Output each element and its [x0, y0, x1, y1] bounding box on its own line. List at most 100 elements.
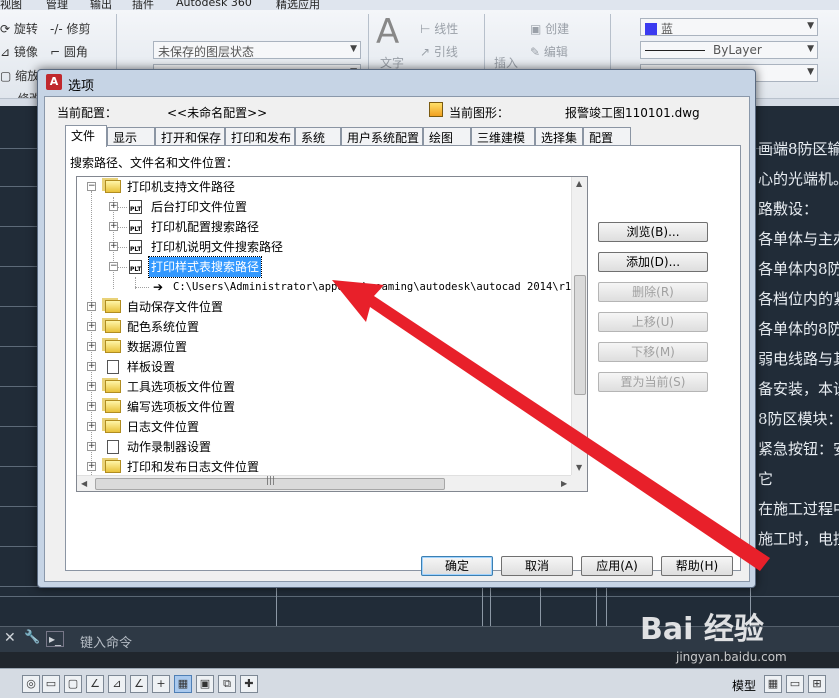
linetype-dropdown[interactable]: ByLayer ▼: [640, 41, 818, 59]
drawing-text: 画端8防区输入: [758, 140, 839, 158]
tab-plot-publish[interactable]: 打印和发布: [225, 127, 295, 145]
dialog-titlebar[interactable]: A 选项: [38, 70, 755, 96]
ortho-icon[interactable]: ▢: [64, 675, 82, 693]
scale-button[interactable]: ▢ 缩放: [0, 67, 39, 84]
browse-button[interactable]: 浏览(B)...: [598, 222, 708, 242]
menu-view[interactable]: 视图: [0, 0, 22, 10]
folder-stack-icon: [105, 320, 121, 333]
command-prompt-icon[interactable]: ▸_: [46, 631, 65, 647]
layout-icon[interactable]: ▭: [786, 675, 804, 693]
expand-icon[interactable]: +: [109, 242, 118, 251]
command-input[interactable]: 键入命令: [80, 632, 132, 651]
snap-icon[interactable]: ◎: [22, 675, 40, 693]
scroll-right-icon[interactable]: ▶: [561, 479, 567, 488]
fillet-button[interactable]: ⌐ 圆角: [50, 43, 88, 60]
mirror-button[interactable]: ⊿ 镜像: [0, 43, 38, 60]
tab-system[interactable]: 系统: [295, 127, 341, 145]
watermark-url: jingyan.baidu.com: [676, 650, 787, 664]
selected-tree-label: 打印样式表搜索路径: [147, 256, 263, 278]
menu-plugins[interactable]: 插件: [132, 0, 154, 10]
menu-featured-apps[interactable]: 精选应用: [276, 0, 320, 10]
dialog-client: 当前配置： <<未命名配置>> 当前图形： 报警竣工图110101.dwg 文件…: [44, 96, 750, 582]
otrack-icon[interactable]: ∠: [130, 675, 148, 693]
edit-block-button[interactable]: ✎ 编辑: [530, 43, 568, 60]
expand-icon[interactable]: +: [87, 322, 96, 331]
viewport-icon[interactable]: ⊞: [808, 675, 826, 693]
document-icon: [107, 440, 119, 454]
menu-output[interactable]: 输出: [90, 0, 112, 10]
drawing-text: 施工时，电控: [758, 530, 839, 548]
tree-vertical-scrollbar[interactable]: ▲ ▼: [571, 177, 587, 475]
path-arrow-icon: ➔: [153, 280, 164, 294]
ducs-icon[interactable]: +: [152, 675, 170, 693]
scroll-thumb[interactable]: |||: [95, 476, 445, 490]
expand-icon[interactable]: +: [109, 202, 118, 211]
create-block-button[interactable]: ▣ 创建: [530, 20, 569, 37]
autocad-logo-icon: A: [46, 74, 62, 90]
set-current-button[interactable]: 置为当前(S): [598, 372, 708, 392]
grid-icon[interactable]: ▭: [42, 675, 60, 693]
layer-state-dropdown[interactable]: 未保存的图层状态 ▼: [153, 41, 361, 59]
polar-icon[interactable]: ∠: [86, 675, 104, 693]
menu-manage[interactable]: 管理: [46, 0, 68, 10]
osnap-icon[interactable]: ⊿: [108, 675, 126, 693]
dyn-icon[interactable]: ▦: [174, 675, 192, 693]
tab-files[interactable]: 文件: [65, 125, 107, 147]
baidu-watermark-logo: Bai 经验: [640, 612, 764, 647]
scroll-down-icon[interactable]: ▼: [576, 463, 582, 472]
linear-dim-button[interactable]: ⊢ 线性: [420, 20, 458, 37]
expand-icon[interactable]: +: [87, 402, 96, 411]
move-up-button[interactable]: 上移(U): [598, 312, 708, 332]
leader-button[interactable]: ↗ 引线: [420, 43, 458, 60]
tab-display[interactable]: 显示: [107, 127, 155, 145]
model-space-label[interactable]: 模型: [732, 677, 756, 694]
close-icon[interactable]: ✕: [4, 630, 16, 646]
ok-button[interactable]: 确定: [421, 556, 493, 576]
expand-icon[interactable]: +: [87, 422, 96, 431]
color-swatch: [645, 23, 657, 35]
color-dropdown[interactable]: 蓝 ▼: [640, 18, 818, 36]
search-paths-tree[interactable]: − 打印机支持文件路径 + PLT 后台打印文件位置 + PLT 打印机配置搜索…: [76, 176, 588, 492]
tab-user-preferences[interactable]: 用户系统配置: [341, 127, 423, 145]
expand-icon[interactable]: +: [87, 382, 96, 391]
remove-button[interactable]: 删除(R): [598, 282, 708, 302]
apply-button[interactable]: 应用(A): [581, 556, 653, 576]
menu-autodesk360[interactable]: Autodesk 360: [176, 0, 252, 9]
tab-profiles[interactable]: 配置: [583, 127, 631, 145]
expand-icon[interactable]: +: [87, 462, 96, 471]
collapse-icon[interactable]: −: [109, 262, 118, 271]
scroll-thumb[interactable]: [574, 275, 586, 395]
drawing-text: 弱电线路与其: [758, 350, 839, 368]
add-button[interactable]: 添加(D)...: [598, 252, 708, 272]
selection-cycling-icon[interactable]: ✚: [240, 675, 258, 693]
collapse-icon[interactable]: −: [87, 182, 96, 191]
drawing-text: 各单体内8防区: [758, 260, 839, 278]
grid-display-icon[interactable]: ▦: [764, 675, 782, 693]
lineweight-icon[interactable]: ▣: [196, 675, 214, 693]
wrench-icon[interactable]: 🔧: [24, 630, 40, 645]
scroll-up-icon[interactable]: ▲: [576, 179, 582, 188]
expand-icon[interactable]: +: [87, 342, 96, 351]
trim-button[interactable]: -/- 修剪: [50, 20, 91, 37]
folder-stack-icon: [105, 460, 121, 473]
drawing-text: 它: [758, 470, 774, 488]
help-button[interactable]: 帮助(H): [661, 556, 733, 576]
move-down-button[interactable]: 下移(M): [598, 342, 708, 362]
tree-horizontal-scrollbar[interactable]: ◀ ||| ▶: [77, 475, 573, 491]
rotate-button[interactable]: ⟳ 旋转: [0, 20, 38, 37]
tab-3d-modeling[interactable]: 三维建模: [471, 127, 535, 145]
current-profile-value: <<未命名配置>>: [167, 106, 268, 120]
tab-selection[interactable]: 选择集: [535, 127, 583, 145]
current-drawing-value: 报警竣工图110101.dwg: [565, 106, 700, 120]
tab-drafting[interactable]: 绘图: [423, 127, 471, 145]
expand-icon[interactable]: +: [109, 222, 118, 231]
cancel-button[interactable]: 取消: [501, 556, 573, 576]
scroll-left-icon[interactable]: ◀: [81, 479, 87, 488]
expand-icon[interactable]: +: [87, 302, 96, 311]
expand-icon[interactable]: +: [87, 442, 96, 451]
tab-open-save[interactable]: 打开和保存: [155, 127, 225, 145]
text-icon[interactable]: A: [376, 12, 399, 52]
expand-icon[interactable]: +: [87, 362, 96, 371]
transparency-icon[interactable]: ⧉: [218, 675, 236, 693]
drawing-text: 8防区模块：安: [758, 410, 839, 428]
